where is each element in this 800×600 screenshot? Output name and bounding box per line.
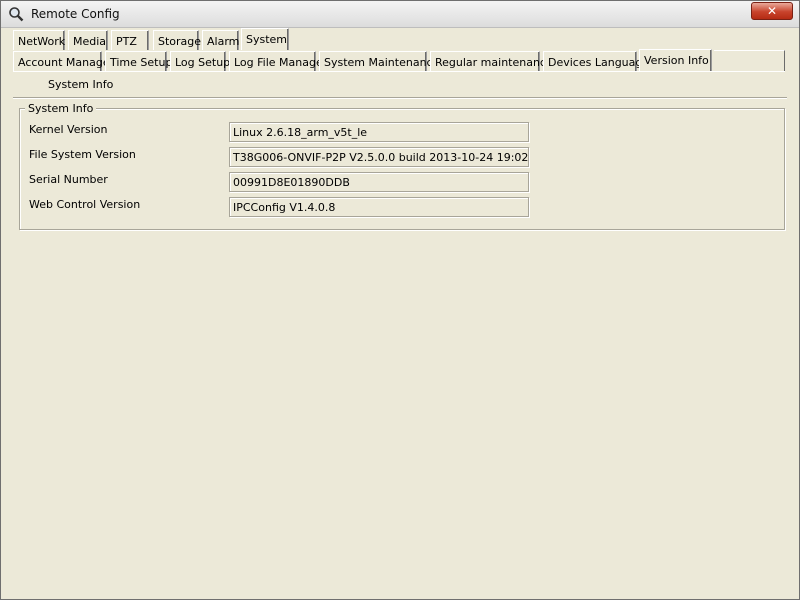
tab-account-manage[interactable]: Account Manage [13, 51, 110, 71]
title-bar[interactable]: Remote Config ✕ [1, 1, 799, 28]
window-title: Remote Config [31, 7, 120, 21]
tab-regular-maintenance[interactable]: Regular maintenance [430, 51, 553, 71]
tab-time-setup[interactable]: Time Setup [105, 51, 172, 71]
tab-row-divider [13, 71, 785, 72]
serial-number-label: Serial Number [29, 173, 108, 186]
file-system-version-label: File System Version [29, 148, 136, 161]
tab-version-info[interactable]: Version Info [639, 49, 712, 71]
subtab-system-info[interactable]: System Info [48, 78, 113, 91]
tab-strip-filler [714, 50, 785, 71]
kernel-version-label: Kernel Version [29, 123, 108, 136]
tab-ptz[interactable]: PTZ [111, 30, 149, 50]
serial-number-field[interactable]: 00991D8E01890DDB [229, 172, 529, 192]
close-button[interactable]: ✕ [751, 2, 793, 20]
kernel-version-field[interactable]: Linux 2.6.18_arm_v5t_le [229, 122, 529, 142]
web-control-version-field[interactable]: IPCConfig V1.4.0.8 [229, 197, 529, 217]
groupbox-title: System Info [25, 102, 97, 115]
tab-alarm[interactable]: Alarm [202, 30, 239, 50]
file-system-version-field[interactable]: T38G006-ONVIF-P2P V2.5.0.0 build 2013-10… [229, 147, 529, 167]
tab-system[interactable]: System [241, 28, 289, 50]
tab-network[interactable]: NetWork [13, 30, 65, 50]
tab-log-file-manage[interactable]: Log File Manage [229, 51, 323, 71]
app-magnifier-icon [8, 6, 24, 22]
subtab-separator [13, 97, 787, 99]
tab-system-maintenance[interactable]: System Maintenance [319, 51, 439, 71]
web-control-version-label: Web Control Version [29, 198, 141, 211]
tab-devices-language[interactable]: Devices Language [543, 51, 649, 71]
tab-storage[interactable]: Storage [153, 30, 201, 50]
tab-log-setup[interactable]: Log Setup [170, 51, 230, 71]
remote-config-window: Remote Config ✕ NetWork Media PTZ Storag… [0, 0, 800, 600]
tab-media[interactable]: Media [68, 30, 108, 50]
